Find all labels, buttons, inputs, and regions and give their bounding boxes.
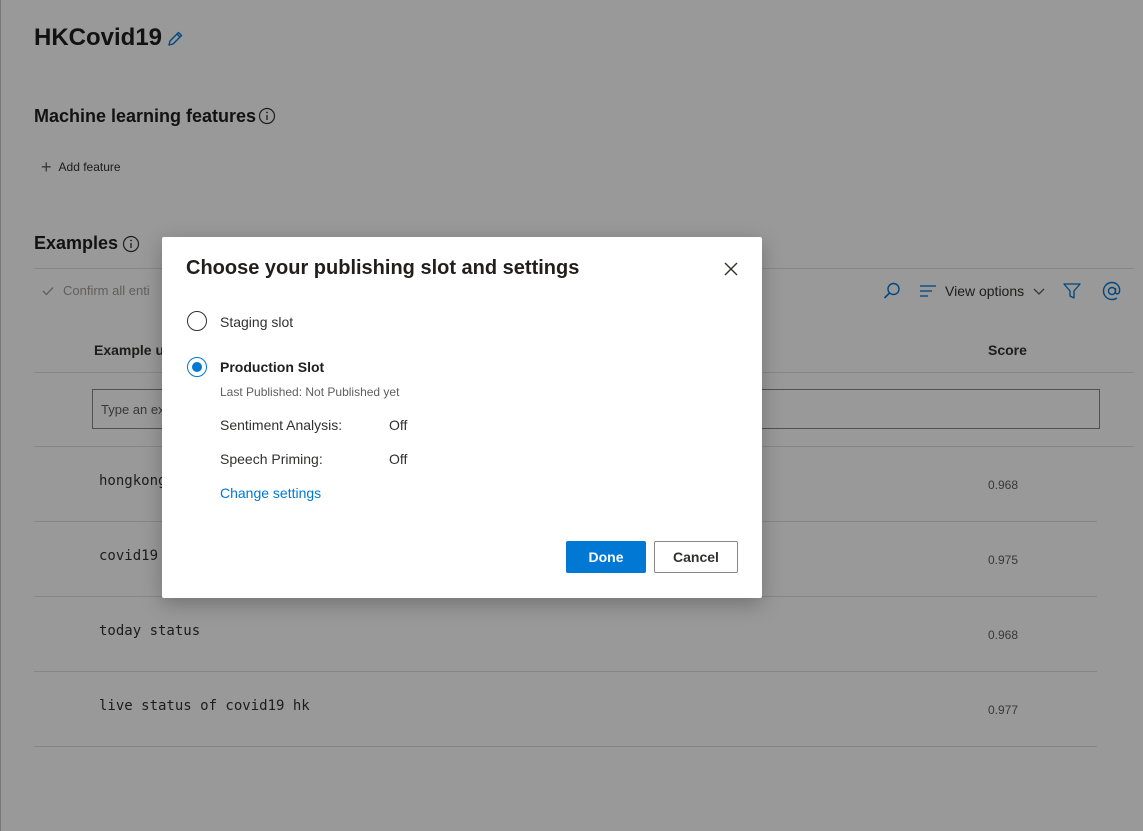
staging-slot-radio[interactable] [187, 311, 207, 331]
sentiment-analysis-value: Off [389, 417, 408, 433]
production-slot-radio[interactable] [187, 357, 207, 377]
staging-slot-label[interactable]: Staging slot [220, 314, 293, 330]
sentiment-analysis-label: Sentiment Analysis: [220, 417, 343, 433]
production-slot-label[interactable]: Production Slot [220, 359, 324, 375]
dialog-title: Choose your publishing slot and settings [186, 257, 580, 279]
publish-dialog: Choose your publishing slot and settings… [162, 237, 762, 598]
cancel-button[interactable]: Cancel [654, 541, 738, 573]
close-icon[interactable] [721, 259, 741, 279]
speech-priming-value: Off [389, 451, 408, 467]
done-button[interactable]: Done [566, 541, 646, 573]
change-settings-link[interactable]: Change settings [220, 485, 321, 501]
last-published-text: Last Published: Not Published yet [220, 385, 400, 399]
speech-priming-label: Speech Priming: [220, 451, 323, 467]
